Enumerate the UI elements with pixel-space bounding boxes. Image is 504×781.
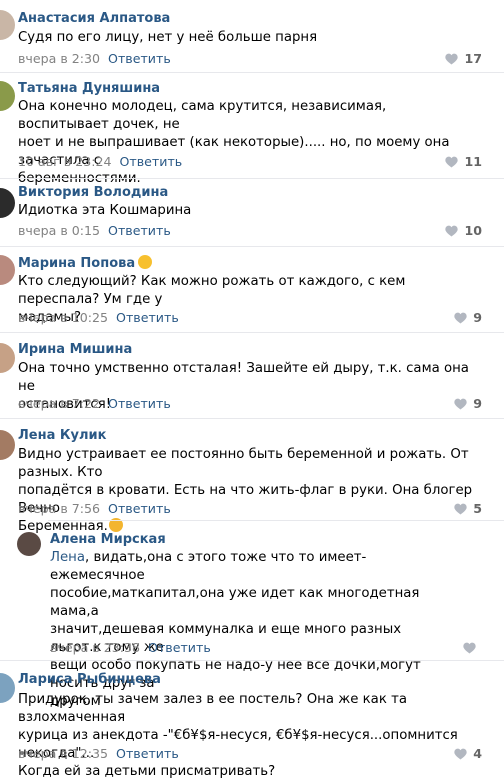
comment-time[interactable]: вчера в 7:22	[18, 396, 100, 411]
comment: Анастасия Алпатова Судя по его лицу, нет…	[0, 0, 504, 80]
reply-button[interactable]: Ответить	[108, 501, 171, 516]
like-button[interactable]: 9	[454, 396, 482, 411]
reply-button[interactable]: Ответить	[116, 746, 179, 761]
like-button[interactable]: 5	[454, 501, 482, 516]
like-button[interactable]: 10	[445, 223, 482, 238]
heart-icon	[445, 225, 459, 237]
comment-time[interactable]: вчера в 7:56	[18, 501, 100, 516]
heart-icon	[454, 503, 467, 515]
like-button[interactable]	[463, 640, 482, 655]
comment-text: Она конечно молодец, сама крутится, неза…	[18, 99, 450, 186]
heart-icon	[445, 156, 459, 168]
comment-author[interactable]: Лариса Рыбинцева	[18, 672, 161, 687]
comment: Лариса Рыбинцева Придурок, ты зачем зале…	[0, 660, 504, 779]
mention-link[interactable]: Лена	[50, 550, 85, 565]
reply-button[interactable]: Ответить	[108, 51, 171, 66]
comment-text: Идиотка эта Кошмарина	[18, 203, 192, 218]
avatar[interactable]	[0, 343, 15, 373]
comment-meta: вчера в 7:22 Ответить	[18, 396, 171, 411]
reply-button[interactable]: Ответить	[108, 223, 171, 238]
comment-meta: вчера в 2:30 Ответить	[18, 51, 171, 66]
comment-text: Судя по его лицу, нет у неё больше парня	[18, 30, 318, 45]
comment-author[interactable]: Анастасия Алпатова	[18, 11, 170, 26]
like-count: 4	[473, 746, 482, 761]
like-count: 11	[464, 154, 482, 169]
comment-text: Придурок, ты зачем залез в ее постель? О…	[18, 692, 458, 779]
heart-icon	[445, 53, 459, 65]
comment-author[interactable]: Виктория Володина	[18, 185, 168, 200]
comment: Татьяна Дуняшина Она конечно молодец, са…	[0, 72, 504, 186]
like-count: 17	[464, 51, 482, 66]
reply-button[interactable]: Ответить	[120, 154, 183, 169]
avatar[interactable]	[0, 10, 15, 40]
comment-meta: вчера в 7:56 Ответить	[18, 501, 171, 516]
like-button[interactable]: 17	[445, 51, 482, 66]
like-count: 10	[464, 223, 482, 238]
comment-meta: 10 авг в 23:24 Ответить	[18, 154, 182, 169]
reply-button[interactable]: Ответить	[148, 640, 211, 655]
like-button[interactable]: 11	[445, 154, 482, 169]
reply-button[interactable]: Ответить	[116, 310, 179, 325]
comment-author[interactable]: Ирина Мишина	[18, 342, 132, 357]
comment-author[interactable]: Татьяна Дуняшина	[18, 81, 160, 96]
comment-time[interactable]: вчера в 23:38	[50, 640, 140, 655]
comment-time[interactable]: вчера в 10:25	[18, 310, 108, 325]
comment: Ирина Мишина Она точно умственно отстала…	[0, 332, 504, 420]
like-count: 5	[473, 501, 482, 516]
comment-author[interactable]: Лена Кулик	[18, 428, 106, 443]
heart-icon	[454, 312, 467, 324]
comment-meta: вчера в 12:35 Ответить	[18, 746, 179, 761]
comment-meta: вчера в 23:38 Ответить	[50, 640, 211, 655]
comment: Марина Попова Кто следующий? Как можно р…	[0, 246, 504, 334]
avatar[interactable]	[0, 255, 15, 285]
comment-time[interactable]: вчера в 12:35	[18, 746, 108, 761]
heart-icon	[454, 748, 467, 760]
avatar[interactable]	[17, 532, 41, 556]
heart-icon	[454, 398, 467, 410]
comment: Виктория Володина Идиотка эта Кошмарина …	[0, 178, 504, 248]
heart-icon	[463, 642, 476, 654]
like-button[interactable]: 4	[454, 746, 482, 761]
reply-button[interactable]: Ответить	[108, 396, 171, 411]
sunglasses-emoji-icon	[138, 255, 153, 269]
avatar[interactable]	[0, 81, 15, 111]
like-count: 9	[473, 396, 482, 411]
comment-meta: вчера в 10:25 Ответить	[18, 310, 179, 325]
like-button[interactable]: 9	[454, 310, 482, 325]
avatar[interactable]	[0, 673, 15, 703]
comment-author[interactable]: Алена Мирская	[50, 532, 166, 547]
avatar[interactable]	[0, 430, 15, 460]
comment-time[interactable]: вчера в 2:30	[18, 51, 100, 66]
comment-time[interactable]: вчера в 0:15	[18, 223, 100, 238]
comment-time[interactable]: 10 авг в 23:24	[18, 154, 112, 169]
reply-comment: Алена Мирская Лена, видать,она с этого т…	[0, 520, 504, 709]
author-name: Марина Попова	[18, 256, 136, 271]
comment: Лена Кулик Видно устраивает ее постоянно…	[0, 418, 504, 534]
avatar[interactable]	[0, 188, 15, 218]
comment-meta: вчера в 0:15 Ответить	[18, 223, 171, 238]
comment-author[interactable]: Марина Попова	[18, 255, 153, 271]
like-count: 9	[473, 310, 482, 325]
